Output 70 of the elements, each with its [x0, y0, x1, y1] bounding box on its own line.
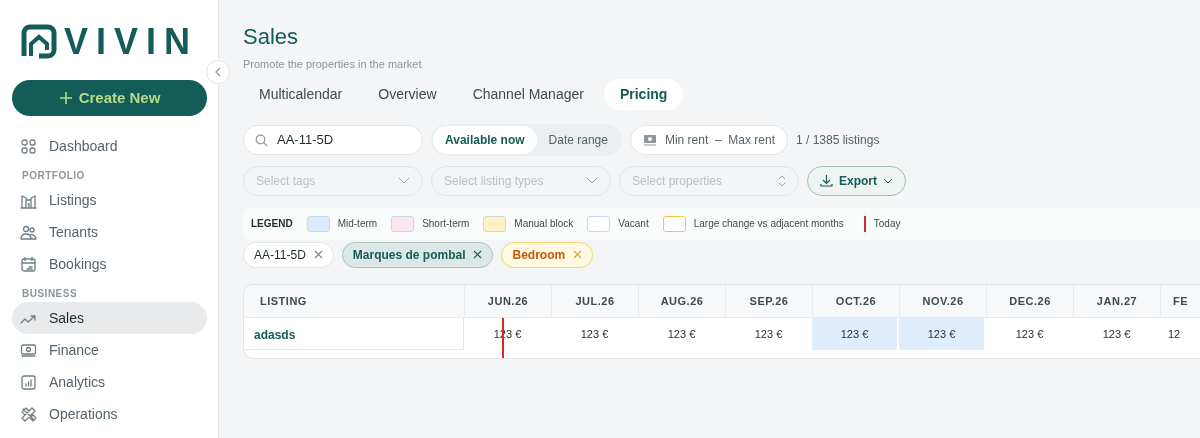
legend-title: LEGEND	[251, 217, 293, 232]
search-field[interactable]: AA-11-5D	[243, 124, 423, 155]
rent-range-field[interactable]: Min rent – Max rent	[629, 124, 788, 155]
column-header: LISTING	[259, 293, 308, 309]
toggle-option[interactable]: Available now	[433, 125, 537, 154]
sidebar-item[interactable]: Dashboard	[12, 130, 207, 162]
chevron-down-icon	[398, 177, 410, 185]
sidebar-item[interactable]: Finance	[12, 334, 207, 366]
column-header: OCT.26	[812, 284, 899, 317]
chevron-down-icon	[586, 177, 598, 185]
close-icon[interactable]	[313, 250, 323, 260]
sidebar-item[interactable]: Analytics	[12, 366, 207, 398]
price-cell-text: 123 €	[666, 326, 697, 342]
grid-icon	[20, 137, 37, 155]
tab[interactable]: Overview	[362, 78, 453, 110]
column-header: SEP.26	[725, 284, 812, 317]
sidebar-item[interactable]: Bookings	[12, 248, 207, 280]
calendar-icon	[20, 255, 37, 273]
house-logo-icon	[20, 23, 58, 61]
download-icon	[820, 174, 833, 188]
section-label: PORTFOLIO	[21, 169, 86, 183]
create-new-button[interactable]: Create New	[12, 80, 207, 116]
column-header: JUL.26	[551, 284, 638, 317]
legend-label: Mid-term	[337, 217, 378, 232]
filter-chip[interactable]: AA-11-5D	[243, 241, 334, 268]
price-cell: 123 €	[899, 317, 986, 350]
people-icon	[20, 223, 37, 241]
column-header: NOV.26	[899, 284, 986, 317]
column-header: DEC.26	[986, 284, 1073, 317]
tab[interactable]: Multicalendar	[243, 78, 359, 110]
column-header: JAN.27	[1073, 284, 1160, 317]
legend-label: Manual block	[514, 217, 574, 232]
sort-icon	[778, 174, 786, 187]
bar-chart-icon	[20, 373, 37, 391]
tab[interactable]: Channel Manager	[456, 78, 600, 110]
legend-label: Vacant	[618, 217, 649, 232]
sidebar-item[interactable]: Tenants	[12, 216, 207, 248]
column-header: AUG.26	[638, 284, 725, 317]
toggle-option[interactable]: Date range	[536, 125, 620, 154]
column-header: FE	[1160, 284, 1200, 317]
filter-chip[interactable]: Marques de pombal	[341, 241, 494, 268]
chevron-down-icon	[883, 177, 893, 184]
tools-icon	[20, 405, 37, 423]
filter-chip[interactable]: Bedroom	[501, 241, 594, 268]
price-cell: 123 €	[812, 317, 899, 350]
legend-label: Short-term	[422, 217, 470, 232]
listing-count: 1 / 1385 listings	[796, 131, 880, 149]
export-button[interactable]: Export	[807, 165, 906, 196]
price-cell-text: 123 €	[579, 326, 610, 342]
close-icon[interactable]	[473, 250, 483, 260]
legend-label: Today	[873, 217, 901, 232]
page-title: Sales	[243, 24, 300, 51]
legend-label: Large change vs adjacent months	[693, 217, 844, 232]
sidebar-item[interactable]: Listings	[12, 184, 207, 216]
tab[interactable]: Pricing	[603, 78, 684, 110]
page-subtitle: Promote the properties in the market	[243, 57, 423, 73]
price-cell-text: 123 €	[753, 326, 784, 342]
banknote-icon	[20, 341, 37, 359]
chevron-left-icon	[214, 67, 222, 77]
logo-text: VIVIN	[64, 24, 198, 60]
price-cell-text: 123 €	[1014, 326, 1045, 342]
column-header: JUN.26	[464, 284, 551, 317]
price-cell-text: 123 €	[1101, 326, 1132, 342]
price-cell-text: 12	[1167, 326, 1182, 342]
listing-name: adasds	[244, 317, 464, 350]
plus-icon	[58, 91, 73, 105]
sidebar-item[interactable]: Operations	[12, 398, 207, 430]
sidebar-item[interactable]: Sales	[12, 302, 207, 334]
banknote-icon	[642, 133, 657, 146]
section-label: BUSINESS	[21, 287, 79, 301]
